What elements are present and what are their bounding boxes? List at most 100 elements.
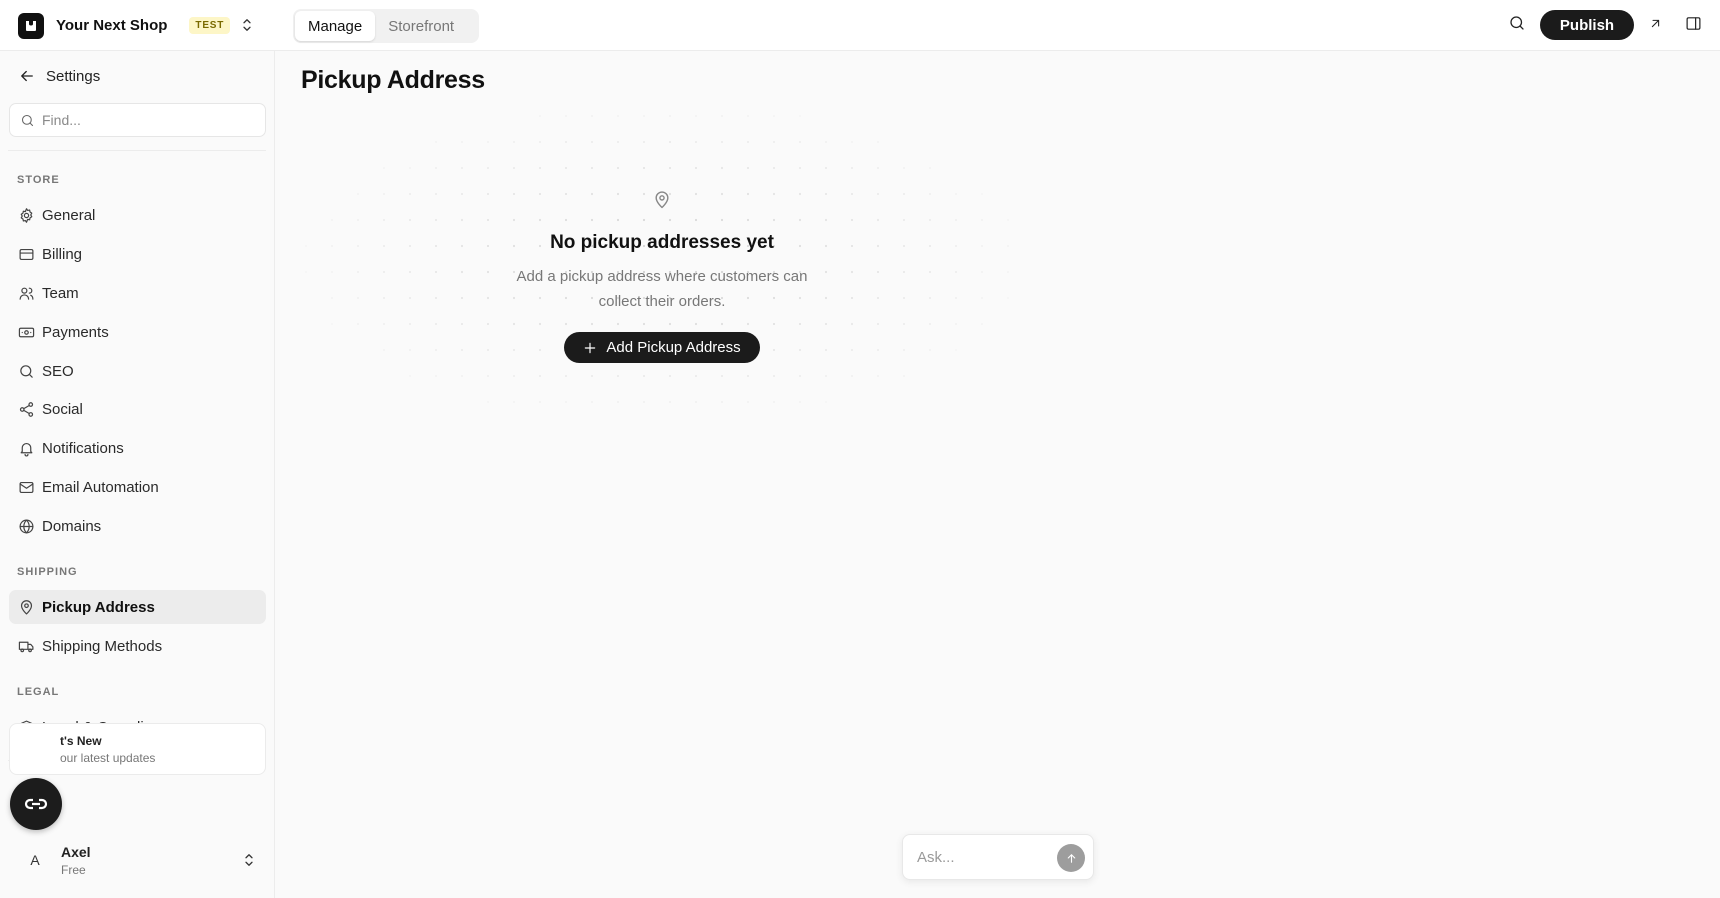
add-pickup-address-label: Add Pickup Address	[606, 339, 741, 356]
background-dot	[538, 140, 542, 144]
sidebar-item-domains[interactable]: Domains	[9, 509, 266, 543]
mode-tabs: Manage Storefront	[293, 9, 479, 43]
plus-icon	[583, 341, 597, 355]
background-dot	[694, 140, 698, 144]
add-pickup-address-button[interactable]: Add Pickup Address	[564, 332, 760, 363]
background-dot	[616, 114, 620, 118]
background-dot	[798, 374, 802, 378]
background-dot	[330, 270, 334, 274]
background-dot	[616, 400, 620, 404]
sidebar-item-notifications[interactable]: Notifications	[9, 431, 266, 465]
environment-badge: TEST	[189, 17, 231, 34]
share-icon	[18, 401, 35, 418]
sidebar-item-email-automation[interactable]: Email Automation	[9, 470, 266, 504]
background-dot	[798, 166, 802, 170]
background-dot	[382, 166, 386, 170]
ask-input[interactable]	[917, 848, 1047, 866]
background-dot	[746, 374, 750, 378]
sidebar-item-pickup-address[interactable]: Pickup Address	[9, 590, 266, 624]
background-dot	[902, 322, 906, 326]
background-dot	[980, 218, 984, 222]
background-dot	[902, 244, 906, 248]
background-dot	[954, 218, 958, 222]
find-box	[9, 103, 266, 137]
background-dot	[980, 296, 984, 300]
background-dot	[564, 166, 568, 170]
background-dot	[850, 166, 854, 170]
background-dot	[876, 296, 880, 300]
background-dot	[1006, 218, 1010, 222]
back-to-settings[interactable]: Settings	[18, 67, 100, 85]
background-dot	[772, 400, 776, 404]
globe-icon	[18, 518, 35, 535]
background-dot	[408, 166, 412, 170]
shop-logo-icon	[18, 12, 44, 39]
background-dot	[382, 270, 386, 274]
map-pin-icon	[18, 599, 35, 616]
background-dot	[382, 322, 386, 326]
assistant-launcher-button[interactable]	[10, 778, 62, 830]
background-dot	[486, 140, 490, 144]
back-label: Settings	[46, 67, 101, 85]
background-dot	[694, 166, 698, 170]
background-dot	[954, 322, 958, 326]
arrow-up-icon	[1067, 853, 1075, 863]
tab-manage[interactable]: Manage	[295, 11, 376, 41]
background-dot	[460, 374, 464, 378]
background-dot	[746, 166, 750, 170]
sidebar-item-payments[interactable]: Payments	[9, 315, 266, 349]
background-dot	[980, 270, 984, 274]
whats-new-card[interactable]: t's New our latest updates	[9, 723, 266, 775]
background-dot	[356, 192, 360, 196]
sidebar-item-label: Email Automation	[42, 478, 159, 496]
background-dot	[590, 114, 594, 118]
background-dot	[1006, 270, 1010, 274]
sidebar-item-general[interactable]: General	[9, 198, 266, 232]
find-input[interactable]	[42, 112, 242, 128]
background-dot	[876, 166, 880, 170]
background-dot	[928, 166, 932, 170]
tab-storefront[interactable]: Storefront	[375, 11, 467, 41]
background-dot	[382, 244, 386, 248]
background-dot	[928, 348, 932, 352]
background-dot	[876, 140, 880, 144]
background-dot	[460, 140, 464, 144]
background-dot	[434, 296, 438, 300]
sidebar-toggle-icon[interactable]	[1685, 15, 1702, 32]
background-dot	[928, 218, 932, 222]
sidebar-item-label: Pickup Address	[42, 598, 155, 616]
sidebar-item-shipping-methods[interactable]: Shipping Methods	[9, 629, 266, 663]
background-dot	[954, 348, 958, 352]
background-dot	[512, 374, 516, 378]
send-button[interactable]	[1057, 844, 1085, 872]
background-dot	[382, 218, 386, 222]
background-dot	[590, 166, 594, 170]
publish-button[interactable]: Publish	[1540, 10, 1634, 40]
sidebar-item-seo[interactable]: SEO	[9, 354, 266, 388]
background-dot	[590, 140, 594, 144]
mail-icon	[18, 479, 35, 496]
background-dot	[954, 244, 958, 248]
background-dot	[330, 322, 334, 326]
shop-switcher[interactable]: Your Next Shop TEST	[18, 12, 264, 39]
background-dot	[798, 114, 802, 118]
shop-name: Your Next Shop	[56, 17, 168, 34]
background-dot	[512, 166, 516, 170]
background-dot	[564, 374, 568, 378]
search-icon[interactable]	[1508, 14, 1526, 32]
background-dot	[720, 114, 724, 118]
background-dot	[772, 114, 776, 118]
background-dot	[642, 140, 646, 144]
background-dot	[694, 400, 698, 404]
background-dot	[434, 374, 438, 378]
sidebar-item-team[interactable]: Team	[9, 276, 266, 310]
background-dot	[850, 140, 854, 144]
sidebar-item-billing[interactable]: Billing	[9, 237, 266, 271]
background-dot	[642, 400, 646, 404]
background-dot	[928, 244, 932, 248]
external-link-icon[interactable]	[1648, 16, 1663, 31]
user-plan: Free	[61, 862, 86, 877]
background-dot	[538, 114, 542, 118]
user-account-switcher[interactable]: A Axel Free	[9, 835, 266, 885]
sidebar-item-social[interactable]: Social	[9, 392, 266, 426]
